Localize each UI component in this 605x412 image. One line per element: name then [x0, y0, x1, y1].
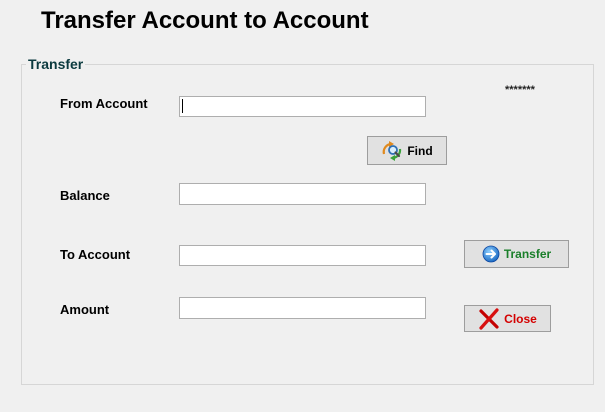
- amount-label: Amount: [60, 302, 110, 317]
- arrow-right-circle-icon: [482, 245, 500, 263]
- find-button-label: Find: [407, 143, 433, 158]
- text-caret: [182, 99, 183, 113]
- close-button-label: Close: [504, 311, 537, 326]
- transfer-button[interactable]: Transfer: [464, 240, 569, 268]
- transfer-button-label: Transfer: [503, 247, 552, 261]
- balance-label: Balance: [60, 188, 110, 203]
- to-account-input[interactable]: [179, 245, 426, 266]
- balance-input[interactable]: [179, 183, 426, 205]
- to-account-label: To Account: [60, 247, 131, 262]
- from-account-input[interactable]: [179, 96, 426, 117]
- search-refresh-icon: [381, 140, 403, 161]
- find-button[interactable]: Find: [367, 136, 447, 165]
- masked-status-text: *******: [505, 84, 535, 96]
- close-button[interactable]: Close: [464, 305, 551, 332]
- amount-input[interactable]: [179, 297, 426, 319]
- red-x-icon: [478, 307, 500, 330]
- page-title: Transfer Account to Account: [41, 7, 369, 34]
- groupbox-title: Transfer: [26, 56, 86, 72]
- from-account-label: From Account: [60, 96, 148, 111]
